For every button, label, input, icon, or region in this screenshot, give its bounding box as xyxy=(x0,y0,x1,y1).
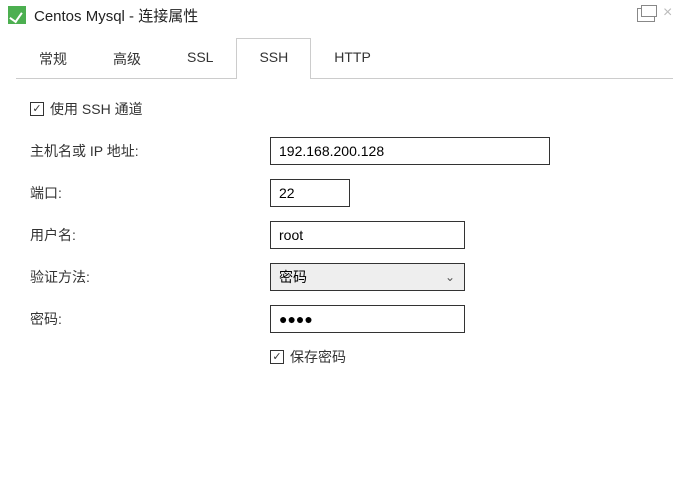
host-label: 主机名或 IP 地址: xyxy=(30,141,270,161)
window-title: Centos Mysql - 连接属性 xyxy=(34,5,198,26)
tab-http[interactable]: HTTP xyxy=(311,38,394,79)
tab-ssl[interactable]: SSL xyxy=(164,38,236,79)
save-password-row: ✓ 保存密码 xyxy=(270,347,655,367)
tab-bar: 常规 高级 SSL SSH HTTP xyxy=(16,38,673,79)
close-icon[interactable]: × xyxy=(663,8,677,22)
use-ssh-tunnel-label: 使用 SSH 通道 xyxy=(50,99,143,119)
image-icon[interactable] xyxy=(637,8,655,22)
tab-general[interactable]: 常规 xyxy=(16,38,90,79)
ssh-form: ✓ 使用 SSH 通道 主机名或 IP 地址: 端口: 用户名: 验证方法: ⌄… xyxy=(0,79,685,387)
use-ssh-tunnel-checkbox[interactable]: ✓ xyxy=(30,102,44,116)
auth-label: 验证方法: xyxy=(30,267,270,287)
user-input[interactable] xyxy=(270,221,465,249)
titlebar: Centos Mysql - 连接属性 × xyxy=(0,0,685,30)
password-label: 密码: xyxy=(30,309,270,329)
user-label: 用户名: xyxy=(30,225,270,245)
port-input[interactable] xyxy=(270,179,350,207)
tab-advanced[interactable]: 高级 xyxy=(90,38,164,79)
save-password-checkbox[interactable]: ✓ xyxy=(270,350,284,364)
save-password-label: 保存密码 xyxy=(290,347,346,367)
app-icon xyxy=(8,6,26,24)
password-input[interactable] xyxy=(270,305,465,333)
host-input[interactable] xyxy=(270,137,550,165)
auth-method-select[interactable] xyxy=(270,263,465,291)
port-label: 端口: xyxy=(30,183,270,203)
use-ssh-tunnel-row: ✓ 使用 SSH 通道 xyxy=(30,99,655,119)
tab-ssh[interactable]: SSH xyxy=(236,38,311,79)
